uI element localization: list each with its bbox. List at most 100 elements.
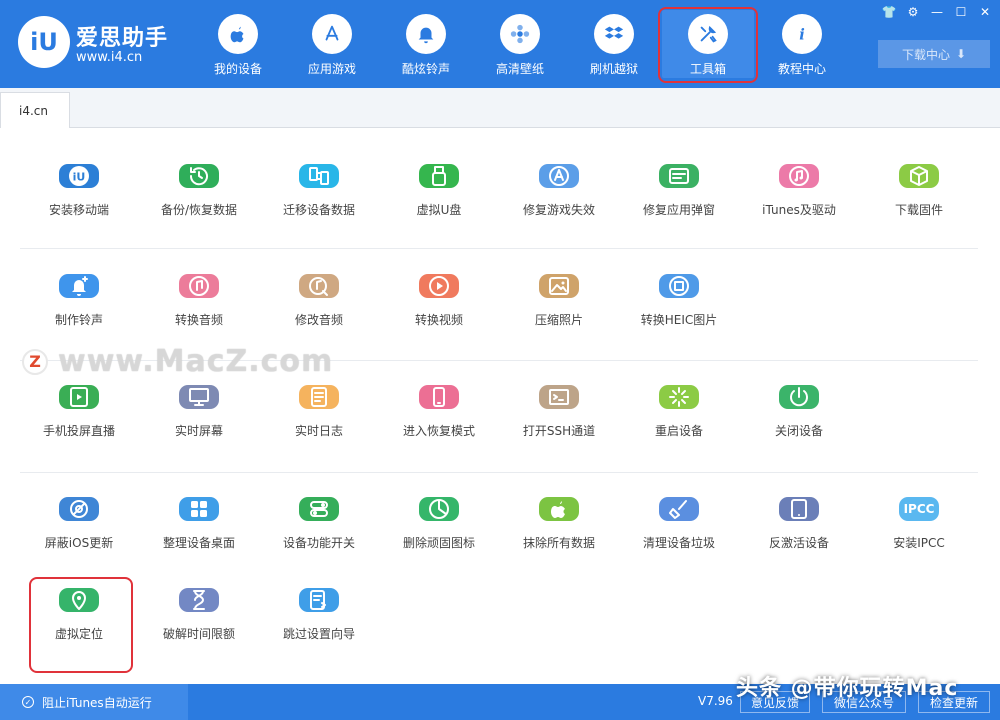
shirt-icon[interactable]: 👕 xyxy=(880,4,898,20)
tool-label: 反激活设备 xyxy=(768,536,829,550)
monitor-icon xyxy=(179,385,219,409)
music-convert-icon xyxy=(179,274,219,298)
hourglass-icon xyxy=(179,588,219,612)
grid-icon xyxy=(179,497,219,521)
music-note-icon xyxy=(779,164,819,188)
nav-dropbox-box[interactable]: 刷机越狱 xyxy=(568,10,660,78)
tool-apple-id[interactable]: 修复应用弹窗 xyxy=(619,128,739,218)
tool-ipcc[interactable]: IPCC 安装IPCC xyxy=(859,461,979,551)
screen-cast-icon xyxy=(59,385,99,409)
document-icon xyxy=(299,385,339,409)
nav-label: 我的设备 xyxy=(213,62,262,76)
tool-label: 屏蔽iOS更新 xyxy=(44,536,114,550)
tools-icon xyxy=(688,14,728,54)
tool-power[interactable]: 关闭设备 xyxy=(739,349,859,439)
tool-play[interactable]: 转换视频 xyxy=(379,238,499,328)
tool-label: 整理设备桌面 xyxy=(162,536,235,550)
block-itunes-toggle[interactable]: ✓ 阻止iTunes自动运行 xyxy=(0,684,188,720)
download-arrow-icon: ⬇ xyxy=(955,47,967,61)
tool-broom[interactable]: 清理设备垃圾 xyxy=(619,461,739,551)
tool-hourglass[interactable]: 破解时间限额 xyxy=(139,552,259,642)
nav-bell[interactable]: 酷炫铃声 xyxy=(380,10,472,78)
toggle-icon xyxy=(299,497,339,521)
nav-apple[interactable]: 我的设备 xyxy=(192,10,284,78)
phone-icon xyxy=(419,385,459,409)
tool-label: iTunes及驱动 xyxy=(762,203,836,217)
gear-block-icon xyxy=(59,497,99,521)
tool-bell-add[interactable]: 制作铃声 xyxy=(19,238,139,328)
power-icon xyxy=(779,385,819,409)
tab-i4cn[interactable]: i4.cn xyxy=(0,92,70,128)
broom-icon xyxy=(659,497,699,521)
gear-icon[interactable]: ⚙ xyxy=(904,4,922,20)
tab-bar: i4.cn xyxy=(0,88,1000,128)
tool-cube[interactable]: 下载固件 xyxy=(859,128,979,218)
tool-photo[interactable]: 压缩照片 xyxy=(499,238,619,328)
tool-migrate-phones[interactable]: 迁移设备数据 xyxy=(259,128,379,218)
nav-label: 应用游戏 xyxy=(307,62,356,76)
tool-pie[interactable]: 删除顽固图标 xyxy=(379,461,499,551)
tool-label: 破解时间限额 xyxy=(162,627,235,641)
tool-photo-convert[interactable]: 转换HEIC图片 xyxy=(619,238,739,328)
tool-loading-star[interactable]: 重启设备 xyxy=(619,349,739,439)
tool-screen-cast[interactable]: 手机投屏直播 xyxy=(19,349,139,439)
tool-toggle[interactable]: 设备功能开关 xyxy=(259,461,379,551)
terminal-icon xyxy=(539,385,579,409)
check-update-button[interactable]: 检查更新 xyxy=(918,691,990,713)
nav-flower[interactable]: 高清壁纸 xyxy=(474,10,566,78)
tool-label: 修复游戏失效 xyxy=(522,203,595,217)
tool-backup-clock[interactable]: 备份/恢复数据 xyxy=(139,128,259,218)
tablet-icon xyxy=(779,497,819,521)
check-circle-icon: ✓ xyxy=(22,696,34,708)
tool-label: 转换视频 xyxy=(414,313,463,327)
tool-usb-drive[interactable]: 虚拟U盘 xyxy=(379,128,499,218)
tool-label: 虚拟定位 xyxy=(54,627,103,641)
tool-music-note[interactable]: iTunes及驱动 xyxy=(739,128,859,218)
i4-app-icon: iU xyxy=(59,164,99,188)
bell-add-icon xyxy=(59,274,99,298)
tool-label: 跳过设置向导 xyxy=(282,627,355,641)
nav-label: 工具箱 xyxy=(689,62,726,76)
tool-i4-app[interactable]: iU 安装移动端 xyxy=(19,128,139,218)
tool-label: 转换音频 xyxy=(174,313,223,327)
tool-label: 删除顽固图标 xyxy=(402,536,475,550)
tool-phone[interactable]: 进入恢复模式 xyxy=(379,349,499,439)
tool-music-convert[interactable]: 转换音频 xyxy=(139,238,259,328)
download-center-button[interactable]: 下载中心 ⬇ xyxy=(878,40,990,68)
tool-label: 设备功能开关 xyxy=(282,536,355,550)
tool-apple-erase[interactable]: 抹除所有数据 xyxy=(499,461,619,551)
tool-document[interactable]: 实时日志 xyxy=(259,349,379,439)
close-icon[interactable]: ✕ xyxy=(976,4,994,20)
tool-terminal[interactable]: 打开SSH通道 xyxy=(499,349,619,439)
tool-label: 修复应用弹窗 xyxy=(642,203,715,217)
tool-label: 清理设备垃圾 xyxy=(642,536,715,550)
status-bar: ✓ 阻止iTunes自动运行 V7.96 意见反馈 微信公众号 检查更新 xyxy=(0,684,1000,720)
brand-url: www.i4.cn xyxy=(76,50,143,65)
tool-skip-list[interactable]: 跳过设置向导 xyxy=(259,552,379,642)
tool-label: 压缩照片 xyxy=(534,313,583,327)
maximize-icon[interactable]: ☐ xyxy=(952,4,970,20)
download-center-label: 下载中心 xyxy=(901,47,950,62)
window-controls: 👕 ⚙ — ☐ ✕ xyxy=(880,4,994,20)
tool-label: 重启设备 xyxy=(654,424,703,438)
migrate-phones-icon xyxy=(299,164,339,188)
nav-info[interactable]: i 教程中心 xyxy=(756,10,848,78)
apple-icon xyxy=(218,14,258,54)
svg-text:iU: iU xyxy=(73,171,86,184)
tool-tablet[interactable]: 反激活设备 xyxy=(739,461,859,551)
tool-app-store-repair[interactable]: 修复游戏失效 xyxy=(499,128,619,218)
wechat-button[interactable]: 微信公众号 xyxy=(822,691,906,713)
location-pin-icon xyxy=(59,588,99,612)
feedback-button[interactable]: 意见反馈 xyxy=(740,691,810,713)
minimize-icon[interactable]: — xyxy=(928,4,946,20)
play-icon xyxy=(419,274,459,298)
block-itunes-label: 阻止iTunes自动运行 xyxy=(42,695,152,710)
tool-gear-block[interactable]: 屏蔽iOS更新 xyxy=(19,461,139,551)
tool-grid[interactable]: 整理设备桌面 xyxy=(139,461,259,551)
tool-music-edit[interactable]: 修改音频 xyxy=(259,238,379,328)
tool-monitor[interactable]: 实时屏幕 xyxy=(139,349,259,439)
tool-location-pin[interactable]: 虚拟定位 xyxy=(19,552,139,673)
nav-app-store[interactable]: 应用游戏 xyxy=(286,10,378,78)
nav-tools[interactable]: 工具箱 xyxy=(658,7,758,83)
apple-erase-icon xyxy=(539,497,579,521)
